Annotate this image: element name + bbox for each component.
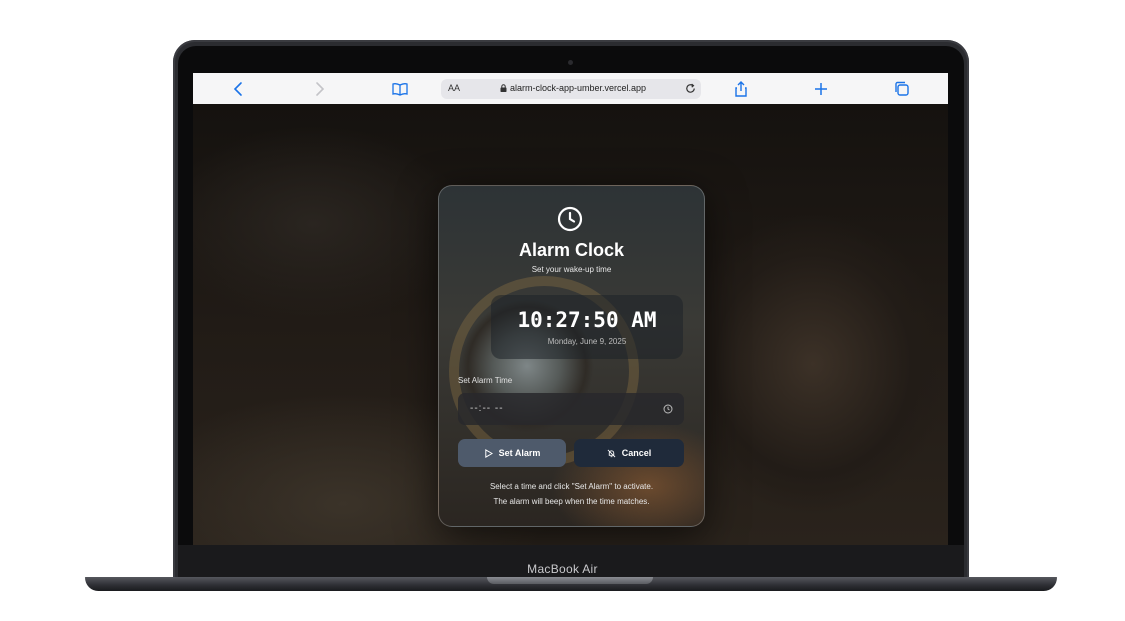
current-date: Monday, June 9, 2025	[547, 337, 627, 346]
device-brand-label: MacBook Air	[527, 562, 598, 576]
tabs-icon[interactable]	[893, 80, 911, 98]
browser-screen: AA alarm-clock-app-umber.vercel.app Alar…	[193, 73, 948, 545]
bookmarks-icon[interactable]	[391, 80, 409, 98]
play-icon	[484, 448, 493, 458]
bell-off-icon	[607, 449, 616, 457]
cancel-button[interactable]: Cancel	[574, 439, 684, 467]
new-tab-icon[interactable]	[812, 80, 830, 98]
text-size-button[interactable]: AA	[448, 83, 460, 93]
lock-icon	[500, 84, 507, 92]
set-alarm-label: Set Alarm	[498, 448, 541, 458]
page-background: Alarm Clock Set your wake-up time 10:27:…	[193, 104, 948, 545]
current-time: 10:27:50 AM	[517, 308, 657, 332]
cancel-label: Cancel	[621, 448, 652, 458]
clock-display: 10:27:50 AM Monday, June 9, 2025	[491, 295, 683, 359]
alarm-time-value[interactable]: --:-- --	[470, 403, 504, 414]
address-bar[interactable]: AA alarm-clock-app-umber.vercel.app	[441, 79, 701, 99]
camera-icon	[568, 60, 573, 65]
reload-icon[interactable]	[684, 82, 697, 95]
app-subtitle: Set your wake-up time	[531, 265, 612, 274]
hint-line-2: The alarm will beep when the time matche…	[493, 497, 650, 506]
hint-line-1: Select a time and click "Set Alarm" to a…	[489, 482, 654, 491]
laptop-notch	[487, 577, 653, 584]
browser-toolbar: AA alarm-clock-app-umber.vercel.app	[193, 73, 948, 105]
set-alarm-button[interactable]: Set Alarm	[458, 439, 566, 467]
alarm-time-input[interactable]: --:-- --	[458, 393, 684, 425]
alarm-time-label: Set Alarm Time	[458, 376, 513, 385]
time-picker-icon[interactable]	[663, 404, 673, 414]
url-text[interactable]: alarm-clock-app-umber.vercel.app	[510, 83, 646, 93]
alarm-card: Alarm Clock Set your wake-up time 10:27:…	[438, 185, 705, 527]
back-icon[interactable]	[230, 80, 248, 98]
app-title: Alarm Clock	[518, 240, 625, 260]
share-icon[interactable]	[732, 80, 750, 98]
forward-icon[interactable]	[310, 80, 328, 98]
clock-icon	[557, 206, 583, 232]
